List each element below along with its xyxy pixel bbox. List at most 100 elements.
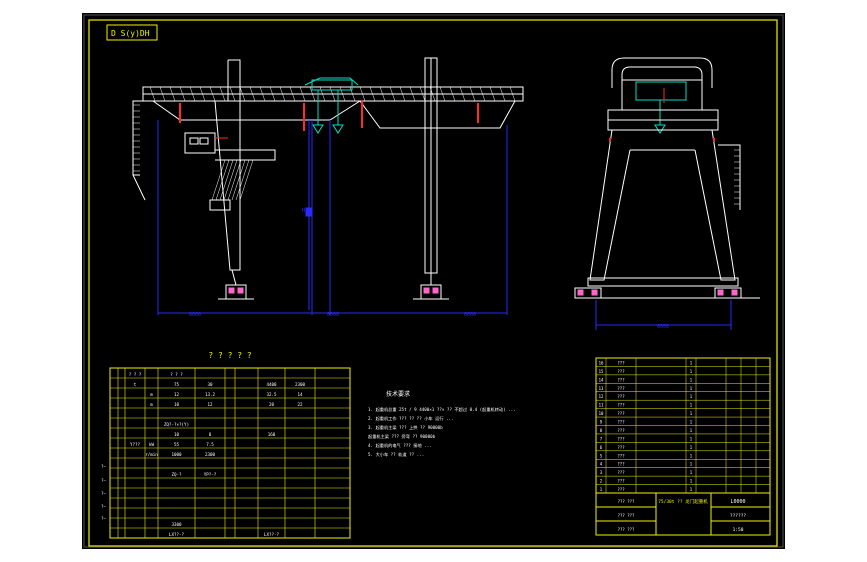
parts-cell: 1 (690, 470, 693, 475)
sheet-edge (83, 14, 784, 548)
title-block-title: 75/30t ?? 龙门起重机 (658, 498, 708, 505)
left-leg-bogie-wheel (228, 287, 235, 294)
parts-cell: 2 (600, 479, 603, 484)
title-block-signature: ??? ??? (618, 527, 635, 532)
parts-cell: 13 (599, 386, 604, 391)
right-leg-bogie-wheel (423, 287, 430, 294)
parts-cell: ??? (617, 411, 625, 416)
side-bogie-right-wheel (717, 289, 724, 296)
param-cell: r/min (145, 452, 158, 457)
parts-cell: 1 (690, 436, 693, 441)
left-leg-main (214, 100, 241, 271)
param-cell: 20 (269, 402, 275, 407)
notes-line: 起重机主梁 ??? 旁弯 ?? 90000b (368, 433, 436, 440)
side-hoist (635, 81, 687, 101)
side-trolley-box (621, 79, 703, 111)
parts-cell: 1 (690, 420, 693, 425)
title-block-drawing-no: L0000 (730, 499, 745, 505)
param-cell: t (134, 382, 137, 387)
parts-cell: ??? (617, 470, 625, 475)
parts-cell: 1 (690, 479, 693, 484)
parts-cell: 1 (690, 428, 693, 433)
parts-cell: 1 (690, 462, 693, 467)
dim-height-label: H (302, 208, 305, 214)
title-block-subtitle: ?????? (730, 513, 747, 519)
parts-cell: ??? (617, 445, 625, 450)
param-cell: 30 (207, 382, 213, 387)
parts-cell: ??? (617, 479, 625, 484)
drawing-border-frame (88, 19, 778, 547)
parts-cell: 1 (690, 411, 693, 416)
parts-cell: 1 (600, 487, 603, 492)
side-dim-label: 6000 (657, 324, 669, 330)
param-cell: 10 (174, 402, 180, 407)
left-leg-top (228, 59, 241, 101)
param-cell: ZQ-? (171, 472, 182, 477)
parts-cell: 12 (599, 394, 604, 399)
dim-label-1: 8000 (189, 312, 201, 318)
dim-label-2: 8000 (327, 312, 339, 318)
parts-cell: 3 (600, 470, 603, 475)
left-leg-foot (231, 269, 237, 286)
stair-landing (209, 199, 231, 211)
parts-cell: ??? (617, 487, 625, 492)
hook-1 (312, 124, 324, 134)
side-ladder (718, 144, 741, 210)
side-arch-inner (621, 66, 703, 88)
param-cell: m (150, 392, 153, 397)
side-leg-left (589, 129, 631, 281)
param-cell: 2300 (205, 452, 216, 457)
parts-cell: 14 (599, 377, 604, 382)
stair-line (227, 159, 242, 201)
notes-line: 2. 起重机工作 ??? ?? ?? 小车 运行 ... (368, 415, 454, 422)
stair-line (231, 159, 246, 201)
param-cell: ZQ?-?×?(Y) (164, 422, 189, 427)
param-cell: ? ? ? (170, 372, 183, 377)
parts-cell: 15 (599, 369, 604, 374)
param-cell: 22 (297, 402, 303, 407)
side-bogie-left-wheel (577, 289, 584, 296)
param-cell: LX??-? (264, 532, 280, 537)
parts-cell: 1 (690, 377, 693, 382)
parts-cell: ??? (617, 453, 625, 458)
parts-cell: ??? (617, 462, 625, 467)
cabin-window (189, 137, 199, 145)
param-cell: 4400 (266, 382, 277, 387)
param-side-label: ?— (101, 504, 106, 509)
notes-title: 技术要求 (386, 390, 410, 398)
param-cell: 160 (268, 432, 276, 437)
title-block-signature: ??? ??? (618, 499, 635, 504)
notes-line: 4. 起重机的电气 ??? 接地 ... (368, 442, 432, 449)
param-cell: 13.2 (205, 392, 216, 397)
parts-cell: ??? (617, 403, 625, 408)
parts-cell: 11 (599, 403, 604, 408)
parts-cell: 6 (600, 445, 603, 450)
parts-cell: ??? (617, 394, 625, 399)
param-cell: 8 (209, 432, 212, 437)
notes-line: 3. 起重机主梁 ??? 上拱 ?? 90000b (368, 424, 443, 431)
drawing-code-text: D S(y)DH (111, 29, 150, 38)
parts-cell: 1 (690, 386, 693, 391)
param-cell: LX??-? (169, 532, 185, 537)
parts-cell: 9 (600, 420, 603, 425)
param-cell: m (150, 402, 153, 407)
hook-2 (332, 124, 344, 134)
param-side-label: ?— (101, 464, 106, 469)
stair-line (223, 159, 238, 201)
cabin-window-2 (199, 137, 209, 145)
param-cell: kW (149, 442, 155, 447)
param-cell: Y??? (130, 442, 141, 447)
parts-cell: 1 (690, 453, 693, 458)
platform (215, 149, 276, 161)
parts-cell: ??? (617, 428, 625, 433)
parts-cell: ??? (617, 360, 625, 365)
parts-cell: 1 (690, 403, 693, 408)
dim-label-3: 8000 (464, 312, 476, 318)
parts-cell: 1 (690, 369, 693, 374)
trolley-frame (304, 77, 359, 86)
parts-cell: ??? (617, 436, 625, 441)
title-block-scale: 1:50 (733, 527, 744, 533)
side-leg-right (694, 129, 736, 281)
parts-cell: ??? (617, 377, 625, 382)
param-cell: ? ? ? (129, 372, 142, 377)
